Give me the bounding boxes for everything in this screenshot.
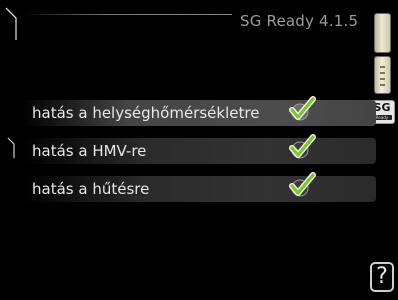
setting-label: hatás a hűtésre <box>32 180 150 198</box>
setting-label: hatás a HMV-re <box>32 142 147 160</box>
checkmark-icon[interactable] <box>286 170 318 202</box>
screen: SG Ready 4.1.5 SG Ready hatás a helységh… <box>0 0 398 300</box>
setting-label: hatás a helységhőmérsékletre <box>32 104 260 122</box>
frame-bracket-top <box>5 7 17 40</box>
setting-row-cooling[interactable]: hatás a hűtésre <box>22 172 376 202</box>
setting-row-room-temperature[interactable]: hatás a helységhőmérsékletre <box>22 96 376 126</box>
checkmark-icon[interactable] <box>286 94 318 126</box>
page-title: SG Ready 4.1.5 <box>240 12 359 30</box>
checkmark-icon[interactable] <box>286 132 318 164</box>
scroll-track-top[interactable] <box>374 13 391 53</box>
title-divider <box>22 14 232 15</box>
frame-bracket-mid <box>7 137 15 158</box>
scroll-thumb[interactable] <box>374 56 391 94</box>
help-button[interactable]: ? <box>370 262 394 292</box>
setting-row-hot-water[interactable]: hatás a HMV-re <box>22 134 376 164</box>
